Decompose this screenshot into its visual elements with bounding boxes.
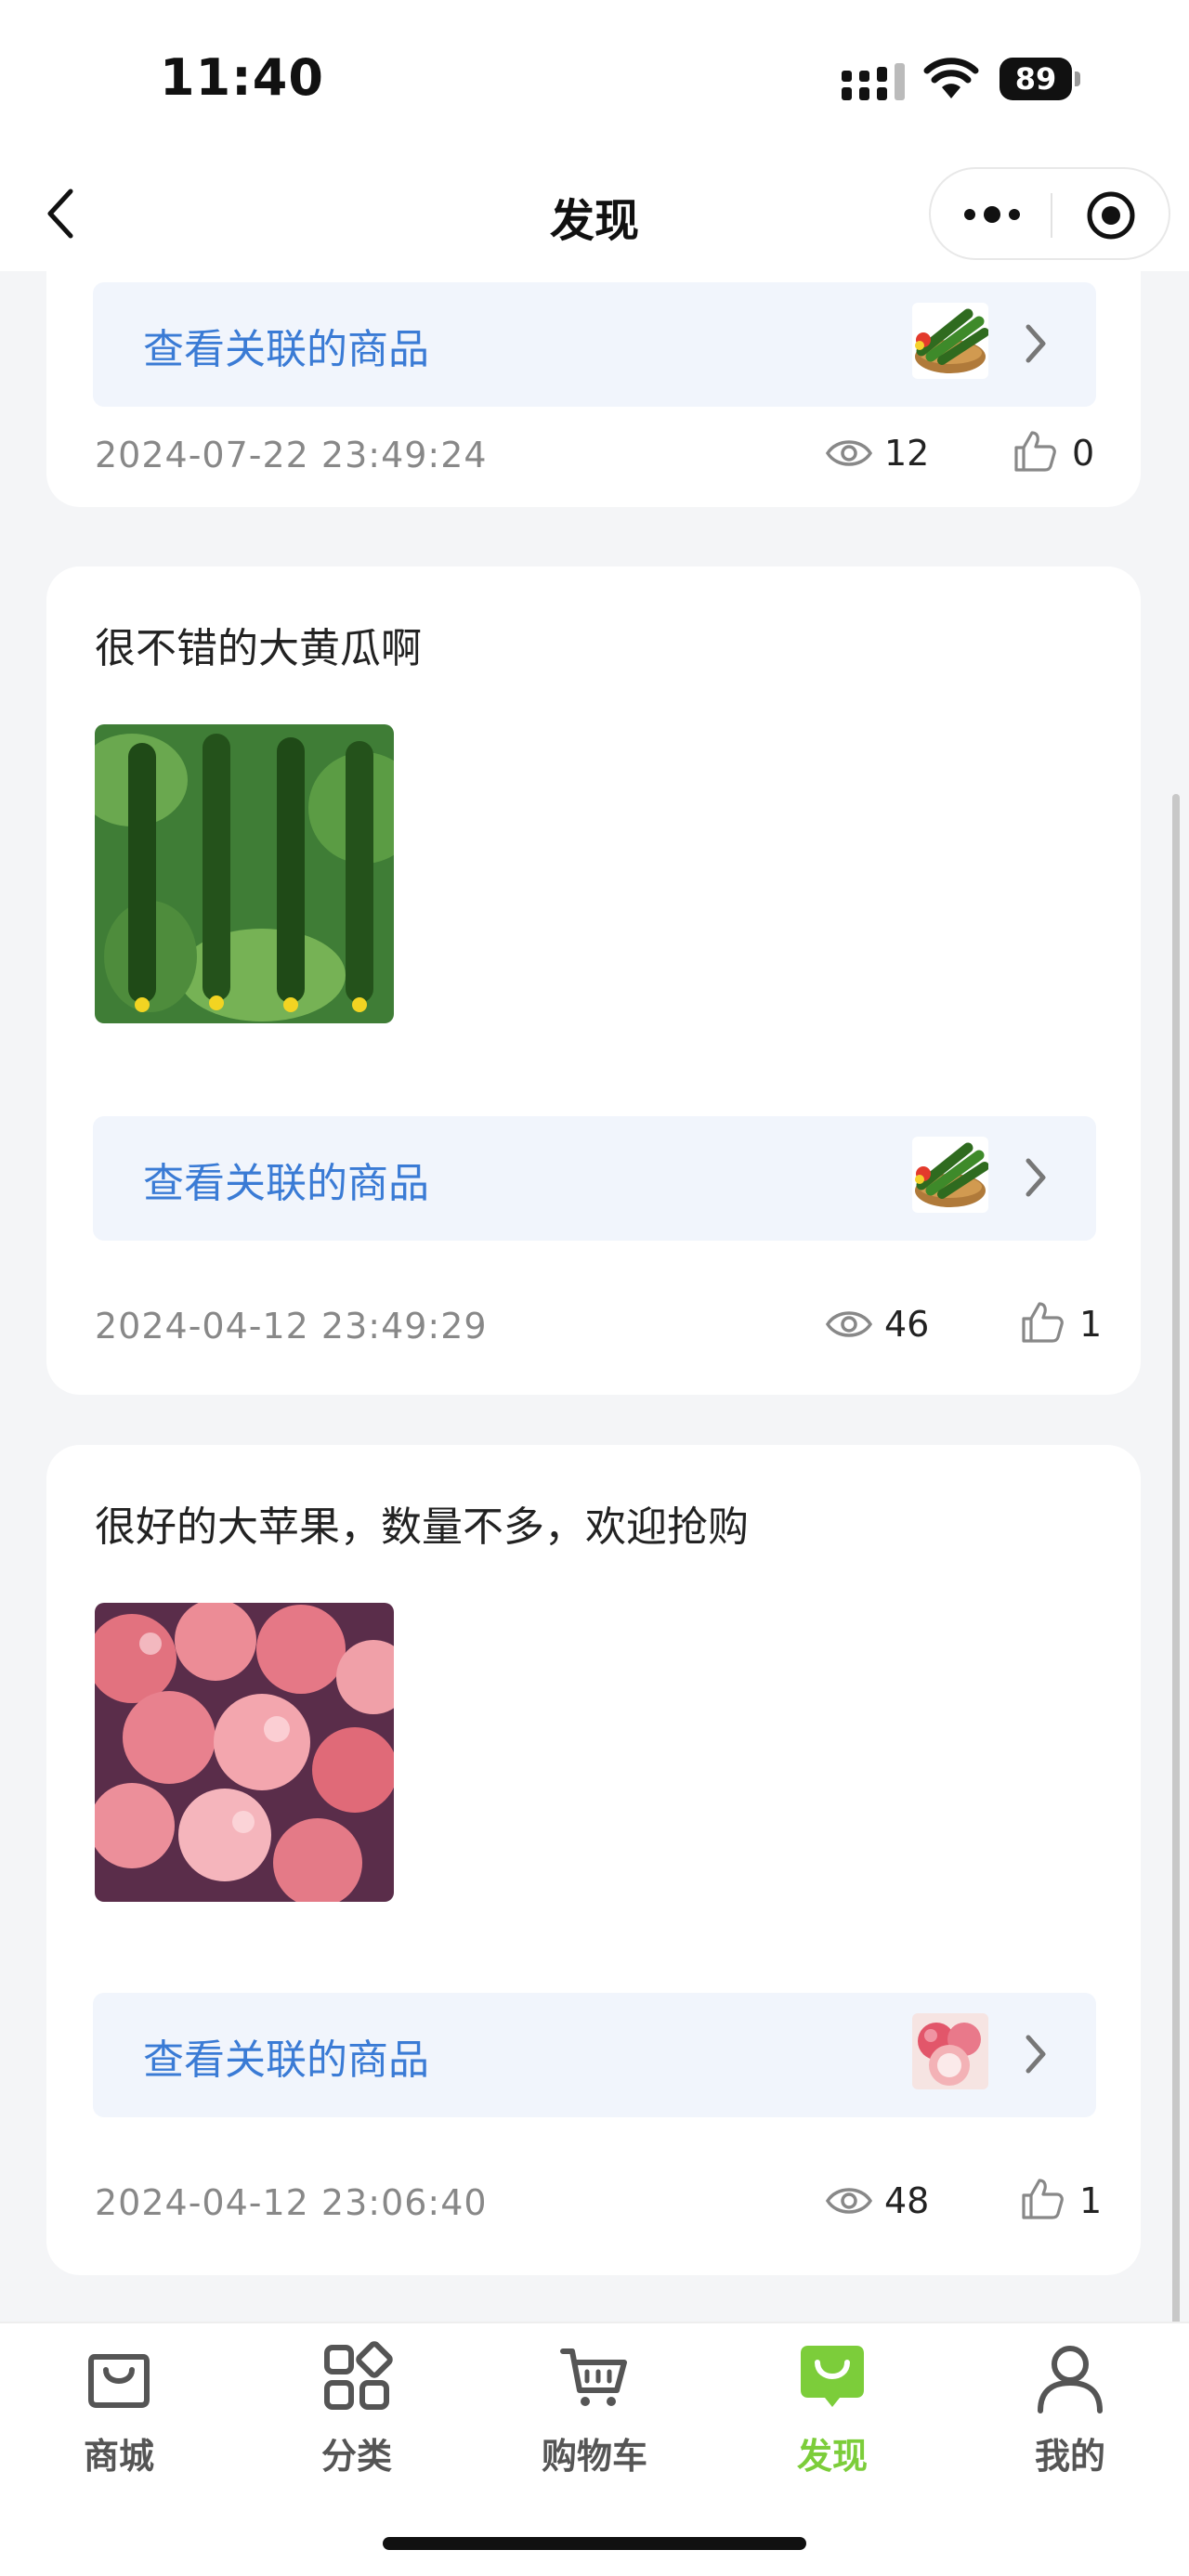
views-eye-icon — [825, 2184, 873, 2218]
chevron-right-icon — [1024, 322, 1048, 365]
home-indicator[interactable] — [383, 2537, 806, 2550]
close-target-icon[interactable] — [1085, 189, 1137, 241]
like-count: 0 — [1072, 433, 1095, 474]
views-eye-icon — [825, 436, 873, 470]
view-count: 46 — [884, 1304, 930, 1345]
chevron-right-icon — [1024, 1156, 1048, 1199]
post-card: 很好的大苹果，数量不多，欢迎抢购 查看关联的商品 2024-04-12 23:0… — [46, 1445, 1141, 2275]
post-image[interactable] — [95, 724, 394, 1023]
tab-label: 商城 — [83, 2436, 154, 2477]
related-product-label: 查看关联的商品 — [143, 326, 429, 373]
tab-profile[interactable]: 我的 — [951, 2323, 1189, 2509]
thumbs-up-icon[interactable] — [1013, 429, 1057, 474]
apple-thumbnail — [912, 2013, 988, 2089]
battery-indicator: 89 — [1000, 58, 1080, 100]
wifi-icon — [923, 58, 979, 98]
cucumber-photo — [95, 724, 394, 1023]
post-card: 查看关联的商品 2024-07-22 23:49:24 12 0 — [46, 271, 1141, 507]
tab-discover[interactable]: 发现 — [713, 2323, 951, 2509]
scrollbar[interactable] — [1172, 794, 1180, 2428]
post-image[interactable] — [95, 1603, 394, 1902]
post-text: 很不错的大黄瓜啊 — [95, 625, 422, 672]
cart-icon — [560, 2348, 627, 2406]
post-text: 很好的大苹果，数量不多，欢迎抢购 — [95, 1503, 749, 1551]
tab-label: 发现 — [796, 2436, 868, 2477]
related-product-label: 查看关联的商品 — [143, 1160, 429, 1207]
post-date: 2024-07-22 23:49:24 — [95, 435, 488, 475]
cucumber-thumbnail — [912, 303, 988, 379]
tab-category[interactable]: 分类 — [238, 2323, 476, 2509]
tab-label: 我的 — [1034, 2436, 1105, 2477]
tab-label: 分类 — [320, 2436, 392, 2477]
discover-page: 11:40 89 发现 查看关联的商品 2024-07-22 23:49:24 … — [0, 0, 1189, 2576]
post-date: 2024-04-12 23:49:29 — [95, 1306, 488, 1347]
post-card: 很不错的大黄瓜啊 查看关联的商品 2024-04-12 23:49:29 46 … — [46, 566, 1141, 1395]
cucumber-thumbnail — [912, 1137, 988, 1213]
battery-level: 89 — [1000, 58, 1072, 100]
tab-cart[interactable]: 购物车 — [476, 2323, 713, 2509]
like-count: 1 — [1079, 2180, 1103, 2221]
mini-program-capsule — [929, 167, 1170, 260]
capsule-divider — [1051, 193, 1052, 238]
more-dots-icon[interactable] — [960, 201, 1024, 228]
apple-photo — [95, 1603, 394, 1902]
navigation-bar: 发现 — [0, 158, 1189, 271]
like-count: 1 — [1079, 1304, 1103, 1345]
related-product-label: 查看关联的商品 — [143, 2036, 429, 2084]
post-feed[interactable]: 查看关联的商品 2024-07-22 23:49:24 12 0 很不错的大黄瓜… — [0, 271, 1189, 2322]
tab-label: 购物车 — [541, 2436, 647, 2477]
battery-cap — [1075, 72, 1080, 86]
cellular-signal-icon — [842, 63, 905, 100]
views-eye-icon — [825, 1308, 873, 1341]
view-count: 12 — [884, 433, 930, 474]
tab-mall[interactable]: 商城 — [0, 2323, 238, 2509]
status-bar: 11:40 89 — [0, 0, 1189, 158]
thumbs-up-icon[interactable] — [1020, 2177, 1065, 2221]
thumbs-up-icon[interactable] — [1020, 1300, 1065, 1345]
related-product-link[interactable]: 查看关联的商品 — [93, 1116, 1096, 1241]
related-product-link[interactable]: 查看关联的商品 — [93, 1993, 1096, 2117]
discover-icon — [801, 2346, 864, 2407]
related-product-link[interactable]: 查看关联的商品 — [93, 282, 1096, 407]
shopping-bag-icon — [88, 2354, 150, 2408]
view-count: 48 — [884, 2180, 930, 2221]
status-time: 11:40 — [160, 48, 324, 107]
category-grid-icon — [324, 2341, 393, 2410]
profile-icon — [1038, 2346, 1103, 2413]
chevron-right-icon — [1024, 2033, 1048, 2075]
post-date: 2024-04-12 23:06:40 — [95, 2182, 488, 2223]
